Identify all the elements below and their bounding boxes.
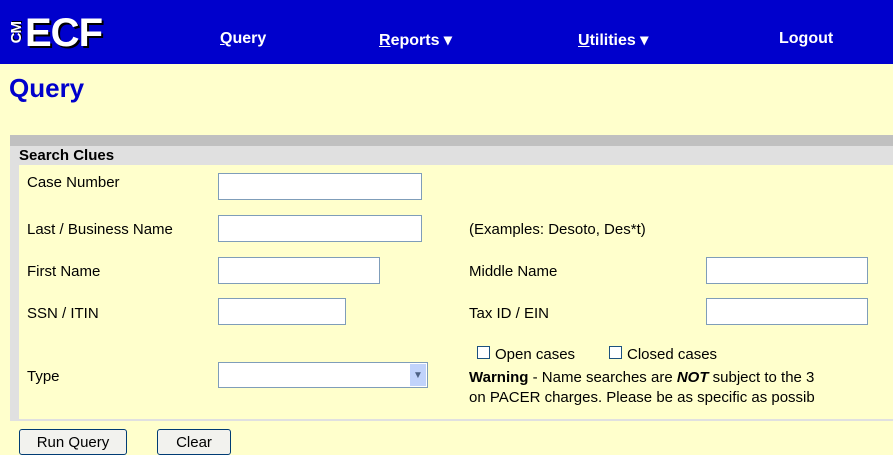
middle-name-input[interactable] xyxy=(706,257,868,284)
warning-bold: Warning xyxy=(469,369,529,386)
tax-id-label: Tax ID / EIN xyxy=(469,305,550,322)
run-query-button[interactable]: Run Query xyxy=(19,429,127,455)
name-search-warning: Warning - Name searches are NOT subject … xyxy=(469,369,815,406)
first-name-label: First Name xyxy=(27,263,101,280)
clear-button[interactable]: Clear xyxy=(157,429,231,455)
last-name-label: Last / Business Name xyxy=(27,221,173,238)
case-number-input[interactable] xyxy=(218,173,422,200)
page-title: Query xyxy=(9,73,85,103)
search-clues-legend: Search Clues xyxy=(19,147,115,164)
warning-line2: on PACER charges. Please be as specific … xyxy=(469,389,815,406)
last-name-input[interactable] xyxy=(218,215,422,242)
nav-query[interactable]: Query xyxy=(220,30,266,48)
chevron-down-icon[interactable]: ▼ xyxy=(410,364,426,386)
section-divider xyxy=(10,135,893,146)
closed-cases-checkbox[interactable] xyxy=(609,346,622,359)
case-number-label: Case Number xyxy=(27,174,120,191)
closed-cases-label: Closed cases xyxy=(627,346,718,363)
logo-ecf-text: ECF xyxy=(25,11,103,55)
tax-id-input[interactable] xyxy=(706,298,868,325)
logo-cm-text: CM xyxy=(8,22,25,44)
nav-utilities[interactable]: Utilities ▾ xyxy=(578,30,648,50)
name-examples-hint: (Examples: Desoto, Des*t) xyxy=(469,221,646,238)
cmecf-logo[interactable]: CM ECF xyxy=(8,8,103,58)
middle-name-label: Middle Name xyxy=(469,263,558,280)
nav-logout[interactable]: Logout xyxy=(779,30,833,48)
warning-not: NOT xyxy=(676,369,709,386)
type-select[interactable]: ▼ xyxy=(218,362,428,388)
top-nav-bar: CM ECF Query Reports ▾ Utilities ▾ Logou… xyxy=(0,0,893,64)
reports-dropdown-arrow-icon: ▾ xyxy=(439,32,452,49)
ssn-itin-label: SSN / ITIN xyxy=(27,305,99,322)
ssn-itin-input[interactable] xyxy=(218,298,346,325)
first-name-input[interactable] xyxy=(218,257,380,284)
nav-reports[interactable]: Reports ▾ xyxy=(379,30,452,50)
open-cases-label: Open cases xyxy=(495,346,576,363)
type-label: Type xyxy=(27,368,60,385)
open-cases-checkbox[interactable] xyxy=(477,346,490,359)
utilities-dropdown-arrow-icon: ▾ xyxy=(635,32,649,49)
